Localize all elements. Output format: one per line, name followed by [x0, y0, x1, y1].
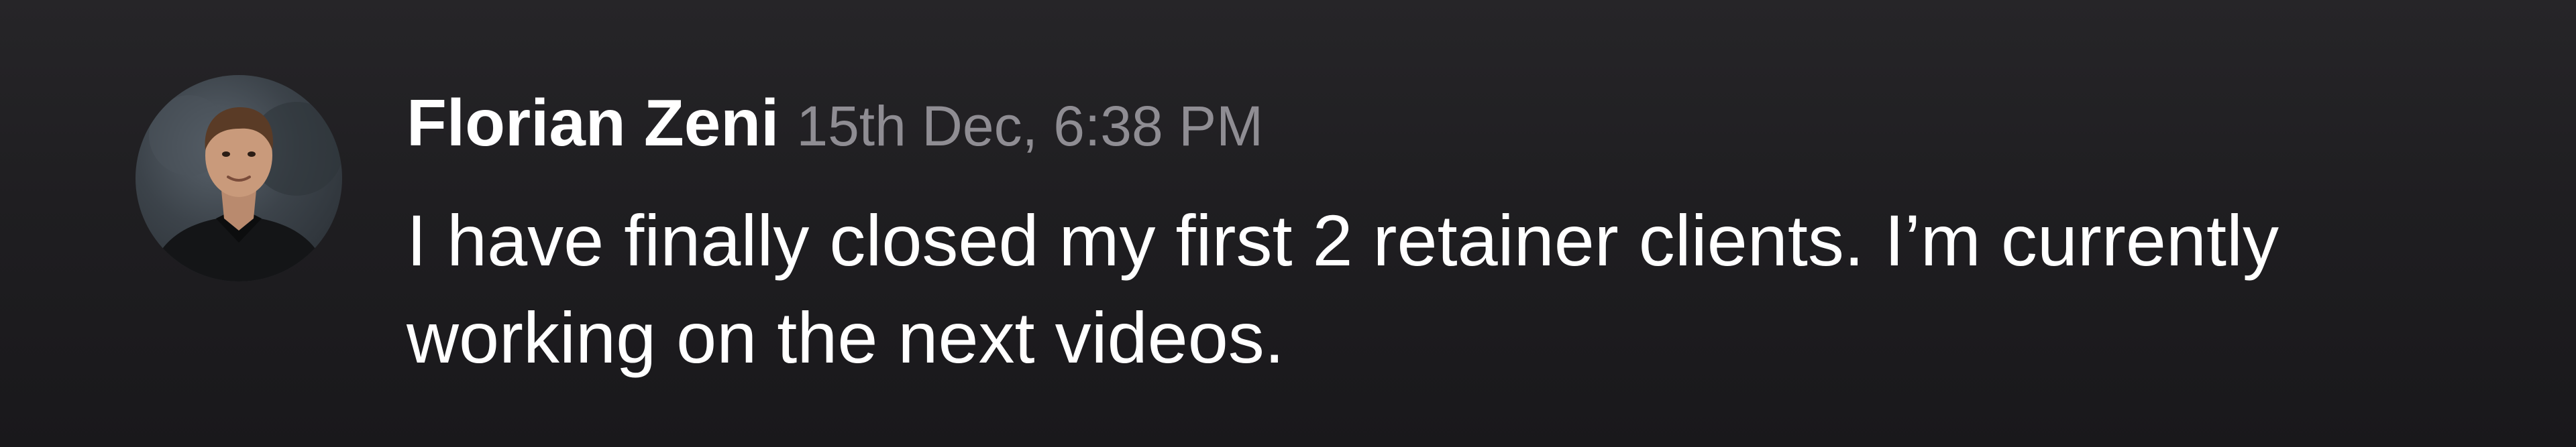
avatar[interactable] — [136, 75, 342, 281]
message-body-line-1: I have finally closed my first 2 retaine… — [407, 200, 2279, 281]
message-body-line-2: working on the next videos. — [407, 297, 1285, 378]
message-header: Florian Zeni 15th Dec, 6:38 PM — [407, 79, 1263, 186]
user-avatar-icon — [149, 95, 342, 281]
author-name[interactable]: Florian Zeni — [407, 86, 779, 159]
message-timestamp: 15th Dec, 6:38 PM — [796, 94, 1264, 157]
message-body: I have finally closed my first 2 retaine… — [407, 192, 2520, 386]
chat-message: Florian Zeni 15th Dec, 6:38 PM I have fin… — [0, 0, 2576, 447]
